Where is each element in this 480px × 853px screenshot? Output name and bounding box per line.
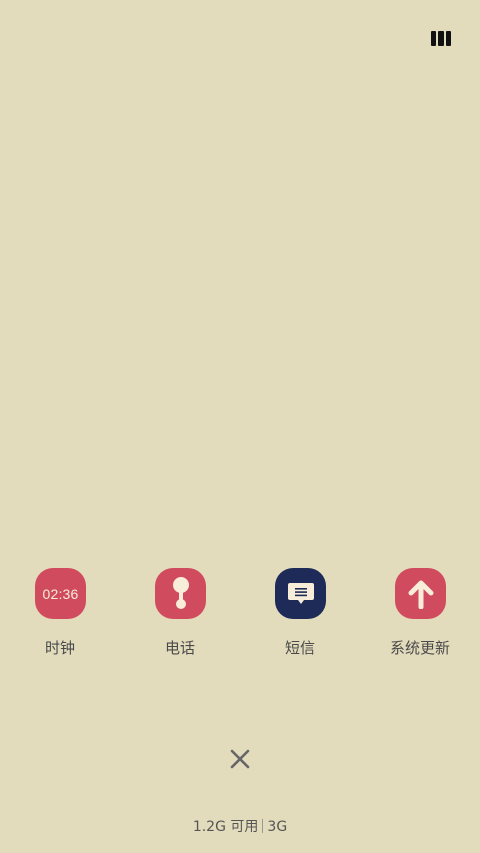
memory-available: 1.2G 可用 [192,819,259,835]
message-icon [275,568,326,619]
memory-info: 1.2G 可用 3G [0,816,480,836]
close-icon [230,749,250,769]
update-arrow-icon [395,568,446,619]
view-toggle-button[interactable] [431,31,451,46]
clock-time: 02:36 [42,585,79,602]
app-system-update[interactable]: 系统更新 [360,567,480,667]
divider [262,819,264,833]
clock-icon: 02:36 [35,568,86,619]
phone-icon [155,568,206,619]
app-label: 电话 [164,639,195,657]
grid-view-icon [431,31,437,46]
memory-total: 3G [267,819,288,835]
app-label: 时钟 [44,639,75,657]
close-button[interactable] [225,744,255,774]
app-clock[interactable]: 02:36 时钟 [0,567,120,667]
app-label: 短信 [284,639,315,657]
recent-apps: 02:36 时钟 电话 短信 系统更新 [0,567,480,667]
app-messages[interactable]: 短信 [240,567,360,667]
app-label: 系统更新 [389,639,450,657]
app-phone[interactable]: 电话 [120,567,240,667]
